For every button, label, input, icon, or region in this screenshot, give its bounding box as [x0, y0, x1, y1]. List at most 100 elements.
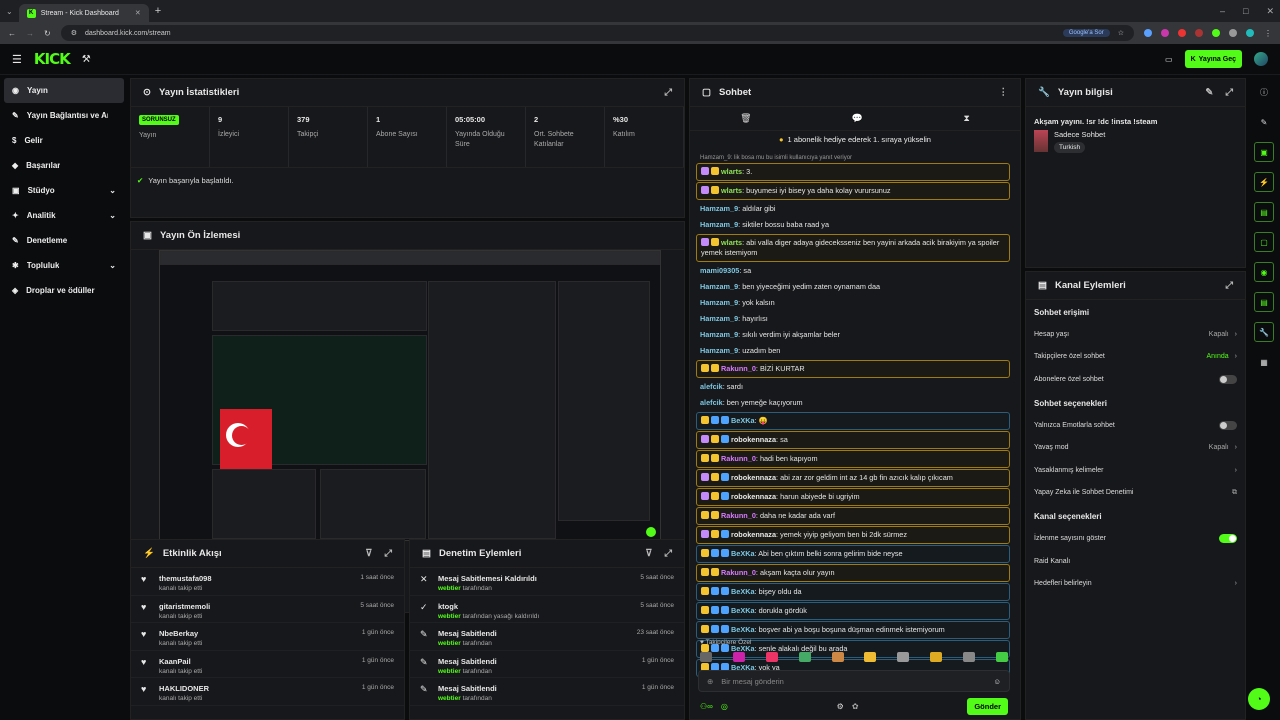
menu-dots-icon[interactable]: ⋮: [999, 87, 1009, 98]
emote-icon[interactable]: [798, 652, 811, 662]
setting-row[interactable]: İzlenme sayısını göster: [1026, 527, 1245, 550]
reload-icon[interactable]: ↻: [44, 29, 51, 38]
chat-username[interactable]: Hamzam_9: [700, 314, 738, 323]
chat-username[interactable]: Rakunn_0: [721, 454, 756, 463]
chat-message[interactable]: Rakunn_0: daha ne kadar ada varf: [696, 507, 1010, 525]
chat-message[interactable]: Hamzam_9: sıkılı verdim iyi akşamlar bel…: [696, 327, 1010, 343]
chat-username[interactable]: BeXKa: [731, 416, 755, 425]
chat-message[interactable]: BeXKa: dorukla gördük: [696, 602, 1010, 620]
chat-message[interactable]: Hamzam_9: ben yiyeceğimi yedim zaten oyn…: [696, 279, 1010, 295]
setting-row[interactable]: Yapay Zeka ile Sohbet Denetimi ⧉: [1026, 482, 1245, 505]
category-name[interactable]: Sadece Sohbet: [1054, 130, 1105, 139]
chat-message[interactable]: alefcik: ben yemeğe kaçıyorum: [696, 395, 1010, 411]
chat-message[interactable]: alefcik: sardı: [696, 379, 1010, 395]
list-item[interactable]: ✎ Mesaj Sabitlendi webtier tarafından 1 gün…: [410, 651, 684, 678]
setting-row[interactable]: Takipçilere özel sohbet Anında ›: [1026, 346, 1245, 369]
sidebar-item[interactable]: $ Gelir: [4, 128, 124, 153]
chat-username[interactable]: wlarts: [721, 238, 742, 247]
help-chat-button[interactable]: ◔: [1248, 688, 1270, 710]
chat-message[interactable]: Hamzam_9: uzadım ben: [696, 343, 1010, 359]
toggle-switch[interactable]: [1219, 533, 1237, 543]
pencil-icon[interactable]: ✎: [1254, 112, 1274, 132]
layout-grid-icon[interactable]: ▦: [1254, 352, 1274, 372]
chat-username[interactable]: alefcik: [700, 382, 723, 391]
wrench-toggle-icon[interactable]: 🔧: [1254, 322, 1274, 342]
hourglass-icon[interactable]: ⧗: [963, 113, 969, 124]
chat-username[interactable]: robokennaza: [731, 473, 776, 482]
site-info-icon[interactable]: ⚙: [71, 29, 77, 37]
avatar[interactable]: [1254, 52, 1268, 66]
tab-menu-icon[interactable]: ⌄: [6, 7, 13, 16]
kick-points-icon[interactable]: ⚇∞: [700, 702, 713, 711]
setting-row[interactable]: Raid Kanalı: [1026, 550, 1245, 573]
chat-username[interactable]: BeXKa: [731, 549, 755, 558]
chat-message[interactable]: wlarts: abi valla diger adaya gideceksse…: [696, 234, 1010, 262]
list-item[interactable]: ♥ gitaristmemoli kanalı takip etti 5 saat ö…: [131, 596, 404, 623]
sidebar-item[interactable]: ✱ Topluluk ⌄: [4, 253, 124, 278]
emote-icon[interactable]: [732, 652, 745, 662]
sidebar-item[interactable]: ✎ Yayın Bağlantısı ve Anahtarı: [4, 103, 124, 128]
emote-icon[interactable]: [995, 652, 1008, 662]
chat-username[interactable]: Hamzam_9: [700, 204, 738, 213]
edit-icon[interactable]: ✎: [1205, 87, 1213, 98]
setting-row[interactable]: Abonelere özel sohbet: [1026, 368, 1245, 391]
google-sor-button[interactable]: Google'a Sor: [1062, 29, 1110, 37]
extension-icon[interactable]: [1144, 29, 1152, 37]
chat-username[interactable]: Hamzam_9: [700, 298, 738, 307]
chat-username[interactable]: robokennaza: [731, 492, 776, 501]
activity-toggle-icon[interactable]: ⚡: [1254, 172, 1274, 192]
list-item[interactable]: ✓ ktogk webtier tarafından yasağı kaldırıl…: [410, 596, 684, 623]
chat-message[interactable]: robokennaza: sa: [696, 431, 1010, 449]
minimize-icon[interactable]: –: [1220, 6, 1225, 17]
back-icon[interactable]: ←: [8, 29, 16, 38]
chat-username[interactable]: Hamzam_9: [700, 330, 738, 339]
emote-icon[interactable]: [864, 652, 877, 662]
layout-icon[interactable]: ▭: [1165, 55, 1173, 64]
puzzle-icon[interactable]: [1229, 29, 1237, 37]
chat-message[interactable]: robokennaza: abi zar zor geldim int az 1…: [696, 469, 1010, 487]
emote-icon[interactable]: [765, 652, 778, 662]
extension-icon[interactable]: [1212, 29, 1220, 37]
chat-username[interactable]: BeXKa: [731, 625, 755, 634]
chat-message[interactable]: wlarts: 3.: [696, 163, 1010, 181]
stream-preview-video[interactable]: [159, 250, 661, 541]
green-circle-icon[interactable]: ◎: [721, 702, 728, 711]
settings-gear-icon[interactable]: ⚙: [837, 702, 844, 711]
chat-message[interactable]: robokennaza: yemek yiyip geliyom ben bi …: [696, 526, 1010, 544]
chat-username[interactable]: mami09305: [700, 266, 739, 275]
list-item[interactable]: ✎ Mesaj Sabitlendi webtier tarafından 1 gün…: [410, 678, 684, 706]
sidebar-item[interactable]: ◈ Droplar ve ödüller: [4, 278, 124, 303]
list-item[interactable]: ♥ NbeBerkay kanalı takip etti 1 gün önce: [131, 623, 404, 651]
sidebar-item[interactable]: ✦ Analitik ⌄: [4, 203, 124, 228]
chat-username[interactable]: wlarts: [721, 167, 742, 176]
chat-message[interactable]: BeXKa: Abi ben çıktım belki sonra geliri…: [696, 545, 1010, 563]
setting-row[interactable]: Yasaklanmış kelimeler ›: [1026, 459, 1245, 482]
stats-panel-toggle-icon[interactable]: ▣: [1254, 142, 1274, 162]
filter-icon[interactable]: ⊽: [365, 548, 372, 559]
trash-icon[interactable]: 🗑: [740, 113, 751, 124]
chat-message[interactable]: Hamzam_9: hayırlısı: [696, 311, 1010, 327]
expand-icon[interactable]: ⤢: [1225, 280, 1233, 291]
setting-row[interactable]: Yalnızca Emotlarla sohbet: [1026, 414, 1245, 437]
filter-icon[interactable]: ⊽: [645, 548, 652, 559]
chat-message[interactable]: BeXKa: bişey oldu da: [696, 583, 1010, 601]
cog-icon[interactable]: ✿: [852, 702, 859, 711]
browser-tab[interactable]: K Stream - Kick Dashboard ✕: [18, 4, 149, 22]
toggle-switch[interactable]: [1219, 374, 1237, 384]
chat-input[interactable]: ⊕ Bir mesaj gönderin ☺: [698, 670, 1010, 692]
emoji-icon[interactable]: ☺: [993, 677, 1001, 686]
list-item[interactable]: ♥ KaanPail kanalı takip etti 1 gün önce: [131, 651, 404, 678]
menu-dots-icon[interactable]: ⋮: [1264, 29, 1272, 38]
chat-username[interactable]: Rakunn_0: [721, 568, 756, 577]
extension-icon[interactable]: [1195, 29, 1203, 37]
chat-message[interactable]: Rakunn_0: hadi ben kapıyom: [696, 450, 1010, 468]
preview-toggle-icon[interactable]: ◉: [1254, 262, 1274, 282]
list-item[interactable]: ✕ Mesaj Sabitlemesi Kaldırıldı webtier tar…: [410, 568, 684, 596]
chat-message[interactable]: Hamzam_9: yok kalsın: [696, 295, 1010, 311]
close-window-icon[interactable]: ✕: [1266, 6, 1274, 17]
setting-row[interactable]: Hedefleri belirleyin ›: [1026, 572, 1245, 595]
actions-toggle-icon[interactable]: ▤: [1254, 292, 1274, 312]
emote-icon[interactable]: [700, 652, 712, 662]
setting-row[interactable]: Yavaş mod Kapalı ›: [1026, 436, 1245, 459]
chat-message[interactable]: BeXKa: 😛: [696, 412, 1010, 430]
